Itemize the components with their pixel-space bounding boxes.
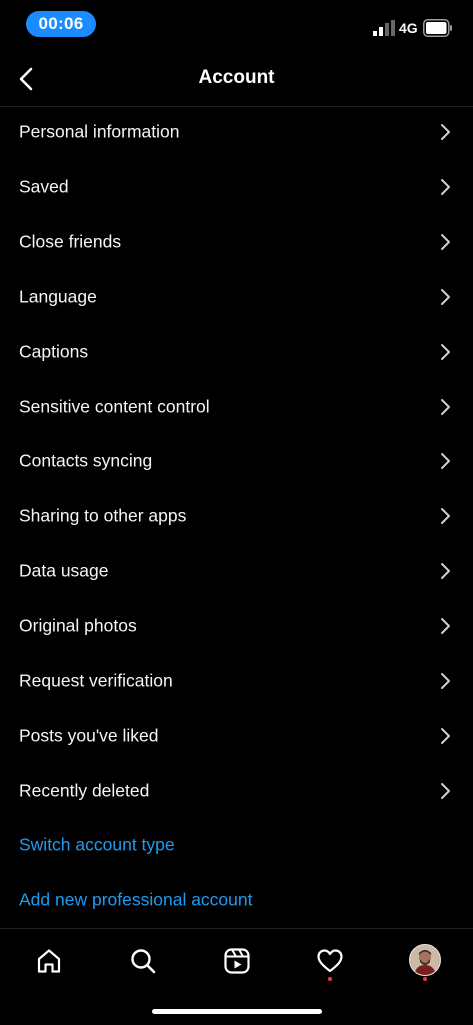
profile-avatar-icon (410, 945, 440, 975)
notification-dot (328, 977, 332, 981)
menu-link-label: Switch account type (19, 834, 175, 855)
menu-item-close-friends[interactable]: Close friends (0, 215, 473, 270)
chevron-right-icon (441, 453, 450, 470)
battery-icon (423, 19, 452, 37)
menu-item-language[interactable]: Language (0, 270, 473, 325)
chevron-right-icon (441, 398, 450, 415)
menu-item-label: Sharing to other apps (19, 505, 187, 526)
chevron-right-icon (441, 672, 450, 689)
header: Account (0, 52, 473, 107)
chevron-right-icon (441, 179, 450, 196)
chevron-right-icon (441, 234, 450, 251)
switch-account-type-link[interactable]: Switch account type (0, 818, 473, 873)
account-menu-list: Personal information Saved Close friends… (0, 105, 473, 928)
menu-item-personal-information[interactable]: Personal information (0, 105, 473, 160)
menu-item-label: Contacts syncing (19, 450, 153, 471)
nav-search[interactable] (123, 941, 163, 981)
chevron-right-icon (441, 782, 450, 799)
signal-icon (373, 20, 395, 36)
menu-item-label: Saved (19, 176, 69, 197)
home-indicator (152, 1009, 322, 1014)
menu-item-label: Original photos (19, 615, 137, 636)
menu-item-label: Sensitive content control (19, 396, 210, 417)
nav-profile[interactable] (405, 941, 445, 981)
reels-icon (224, 948, 250, 974)
menu-item-label: Captions (19, 341, 89, 362)
menu-item-label: Posts you've liked (19, 725, 159, 746)
menu-item-label: Close friends (19, 231, 122, 252)
chevron-right-icon (441, 618, 450, 635)
status-bar: 00:06 4G (0, 0, 473, 50)
menu-item-label: Personal information (19, 121, 180, 142)
chevron-right-icon (441, 124, 450, 141)
status-time: 00:06 (26, 11, 96, 37)
search-icon (131, 949, 156, 974)
menu-item-posts-youve-liked[interactable]: Posts you've liked (0, 708, 473, 763)
menu-item-captions[interactable]: Captions (0, 324, 473, 379)
home-icon (37, 949, 61, 973)
chevron-right-icon (441, 343, 450, 360)
nav-home[interactable] (29, 941, 69, 981)
chevron-right-icon (441, 563, 450, 580)
chevron-right-icon (441, 288, 450, 305)
chevron-right-icon (441, 727, 450, 744)
menu-item-saved[interactable]: Saved (0, 160, 473, 215)
menu-item-original-photos[interactable]: Original photos (0, 599, 473, 654)
add-professional-account-link[interactable]: Add new professional account (0, 873, 473, 928)
menu-item-sharing-to-other-apps[interactable]: Sharing to other apps (0, 489, 473, 544)
notification-dot (423, 977, 427, 981)
menu-item-recently-deleted[interactable]: Recently deleted (0, 763, 473, 818)
menu-link-label: Add new professional account (19, 889, 253, 910)
menu-item-label: Recently deleted (19, 780, 150, 801)
nav-reels[interactable] (217, 941, 257, 981)
menu-item-data-usage[interactable]: Data usage (0, 544, 473, 599)
menu-item-label: Data usage (19, 560, 109, 581)
menu-item-request-verification[interactable]: Request verification (0, 653, 473, 708)
menu-item-label: Request verification (19, 670, 173, 691)
avatar (409, 944, 441, 976)
menu-item-contacts-syncing[interactable]: Contacts syncing (0, 434, 473, 489)
page-title: Account (198, 67, 275, 88)
menu-item-label: Language (19, 286, 97, 307)
chevron-right-icon (441, 508, 450, 525)
nav-activity[interactable] (310, 941, 350, 981)
network-type: 4G (399, 20, 418, 36)
heart-icon (317, 949, 343, 973)
menu-item-sensitive-content-control[interactable]: Sensitive content control (0, 379, 473, 434)
